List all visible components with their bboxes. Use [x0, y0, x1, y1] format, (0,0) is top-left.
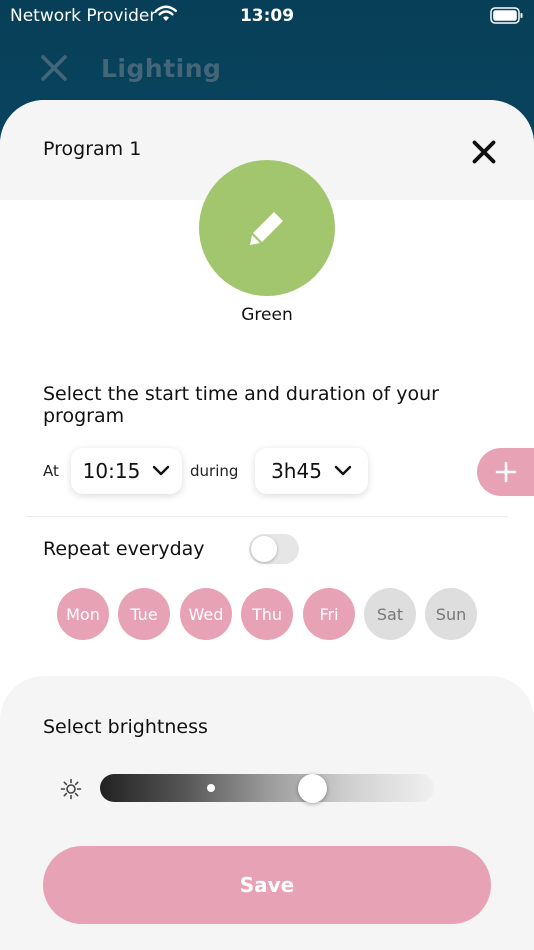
save-label: Save: [239, 873, 295, 897]
duration-value: 3h45: [271, 459, 322, 483]
day-label: Thu: [251, 604, 283, 624]
day-fri[interactable]: Fri: [303, 588, 355, 640]
day-sat[interactable]: Sat: [364, 588, 416, 640]
day-label: Fri: [319, 604, 339, 624]
schedule-instruction: Select the start time and duration of yo…: [43, 383, 439, 427]
brightness-label: Select brightness: [43, 716, 208, 738]
days-selector: Mon Tue Wed Thu Fri Sat Sun: [57, 588, 497, 640]
program-sheet: Program 1 Green Select the start time an…: [0, 100, 534, 950]
status-time: 13:09: [239, 6, 295, 26]
chevron-down-icon: [153, 465, 170, 476]
save-button[interactable]: Save: [43, 846, 491, 924]
start-time-value: 10:15: [82, 459, 141, 483]
day-label: Tue: [130, 604, 158, 624]
slider-marker: [207, 784, 215, 792]
divider: [26, 516, 508, 517]
sun-icon: [60, 778, 82, 804]
day-thu[interactable]: Thu: [241, 588, 293, 640]
day-sun[interactable]: Sun: [425, 588, 477, 640]
background-title: Lighting: [101, 54, 222, 83]
duration-select[interactable]: 3h45: [255, 448, 368, 494]
start-time-select[interactable]: 10:15: [71, 448, 182, 494]
during-label: during: [190, 462, 239, 480]
time-row: At 10:15 during 3h45: [0, 448, 534, 496]
background-header: Lighting: [0, 44, 534, 94]
add-time-button[interactable]: [477, 448, 534, 496]
color-selector[interactable]: [199, 160, 335, 296]
repeat-toggle[interactable]: [249, 534, 299, 564]
pencil-icon: [250, 212, 283, 245]
status-bar: Network Provider 13:09: [0, 0, 534, 32]
close-icon: [472, 140, 496, 164]
close-button[interactable]: [468, 136, 500, 168]
day-tue[interactable]: Tue: [118, 588, 170, 640]
close-icon[interactable]: [40, 54, 68, 86]
chevron-down-icon: [334, 465, 352, 476]
color-name: Green: [241, 305, 293, 325]
brightness-slider[interactable]: [100, 774, 434, 803]
sheet-title: Program 1: [43, 138, 142, 160]
slider-thumb[interactable]: [298, 774, 327, 803]
day-label: Wed: [188, 604, 224, 624]
day-wed[interactable]: Wed: [180, 588, 232, 640]
battery-icon: [490, 7, 524, 29]
day-label: Sun: [435, 604, 467, 624]
day-mon[interactable]: Mon: [57, 588, 109, 640]
plus-icon: [495, 461, 517, 483]
toggle-knob: [251, 536, 277, 562]
at-label: At: [43, 462, 59, 480]
brightness-panel: Select brightness Save: [0, 676, 534, 950]
repeat-label: Repeat everyday: [43, 538, 205, 560]
day-label: Sat: [376, 604, 404, 624]
day-label: Mon: [66, 604, 100, 624]
